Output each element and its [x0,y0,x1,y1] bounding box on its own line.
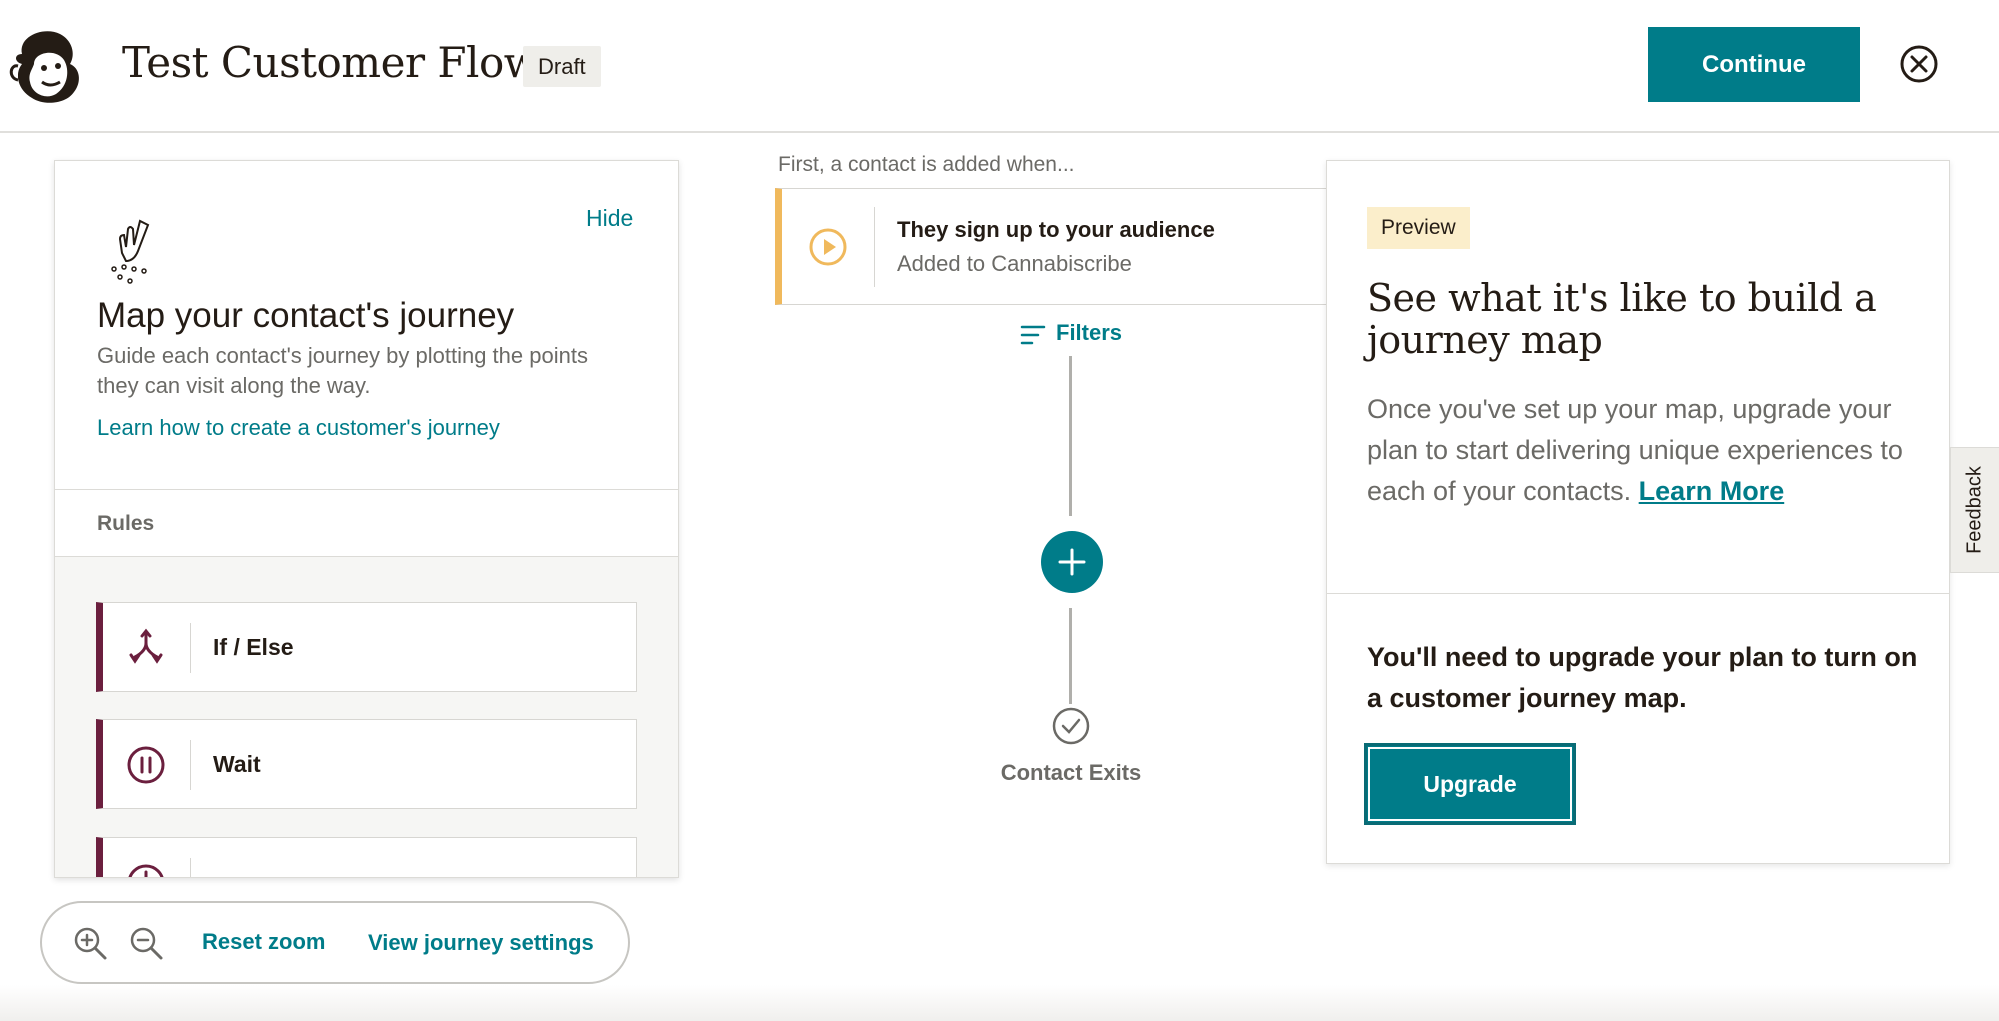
feedback-label: Feedback [1963,466,1986,554]
rules-label: Rules [97,512,155,535]
mailchimp-logo-icon[interactable] [4,24,86,108]
rule-clip [96,837,637,877]
starting-point-card[interactable]: They sign up to your audience Added to C… [775,188,1335,305]
upgrade-button[interactable]: Upgrade [1364,743,1576,825]
rule-divider [190,858,191,877]
flow-connector [1069,608,1072,704]
preview-badge: Preview [1367,207,1470,249]
clock-icon [128,864,164,877]
rule-if-else[interactable]: If / Else [96,602,637,692]
preview-heading: See what it's like to build a journey ma… [1367,276,1877,362]
learn-more-link[interactable]: Learn More [1639,476,1785,506]
status-badge: Draft [523,46,601,87]
feedback-tab[interactable]: Feedback [1950,447,1999,573]
pause-circle-icon [127,746,165,784]
rule-wait[interactable]: Wait [96,719,637,809]
learn-journey-link[interactable]: Learn how to create a customer's journey [97,415,500,441]
rule-divider [190,623,191,673]
reset-zoom-link[interactable]: Reset zoom [202,929,325,955]
check-circle-icon [1052,707,1090,745]
filter-lines-icon [1020,325,1046,345]
flow-connector [1069,356,1072,516]
bottom-edge [0,985,1999,1021]
plus-icon [1058,548,1086,576]
upgrade-preview-panel: Preview See what it's like to build a jo… [1326,160,1950,864]
trigger-title: They sign up to your audience [897,217,1215,242]
zoom-out-icon[interactable] [128,925,164,961]
add-step-button[interactable] [1041,531,1103,593]
panel-divider [1327,593,1949,594]
starting-point-label: First, a contact is added when... [778,153,1075,176]
top-header: Test Customer Flow Draft Continue [0,0,1999,133]
rules-header: Rules [55,489,678,557]
rule-divider [190,740,191,790]
seed-hand-icon [111,219,150,284]
preview-body: Once you've set up your map, upgrade you… [1367,389,1927,512]
rule-third[interactable] [96,837,637,877]
view-journey-settings-link[interactable]: View journey settings [368,930,594,956]
close-icon[interactable] [1899,44,1939,84]
panel-heading: Map your contact's journey [97,296,515,335]
split-arrows-icon [129,628,163,664]
zoom-in-icon[interactable] [72,925,108,961]
panel-description: Guide each contact's journey by plotting… [97,343,588,398]
upgrade-message: You'll need to upgrade your plan to turn… [1367,642,1918,713]
trigger-subtitle: Added to Cannabiscribe [897,251,1132,276]
zoom-toolbar: Reset zoom View journey settings [40,901,630,984]
preview-body-text: Once you've set up your map, upgrade you… [1367,394,1903,506]
rule-label: If / Else [213,634,294,660]
filters-label: Filters [1056,320,1123,345]
contact-exits-label: Contact Exits [1000,760,1142,785]
page-title: Test Customer Flow [122,38,540,87]
continue-button[interactable]: Continue [1648,27,1860,102]
trigger-divider [874,207,875,287]
play-circle-icon [809,228,847,266]
rule-label: Wait [213,751,261,777]
hide-link[interactable]: Hide [586,205,633,232]
